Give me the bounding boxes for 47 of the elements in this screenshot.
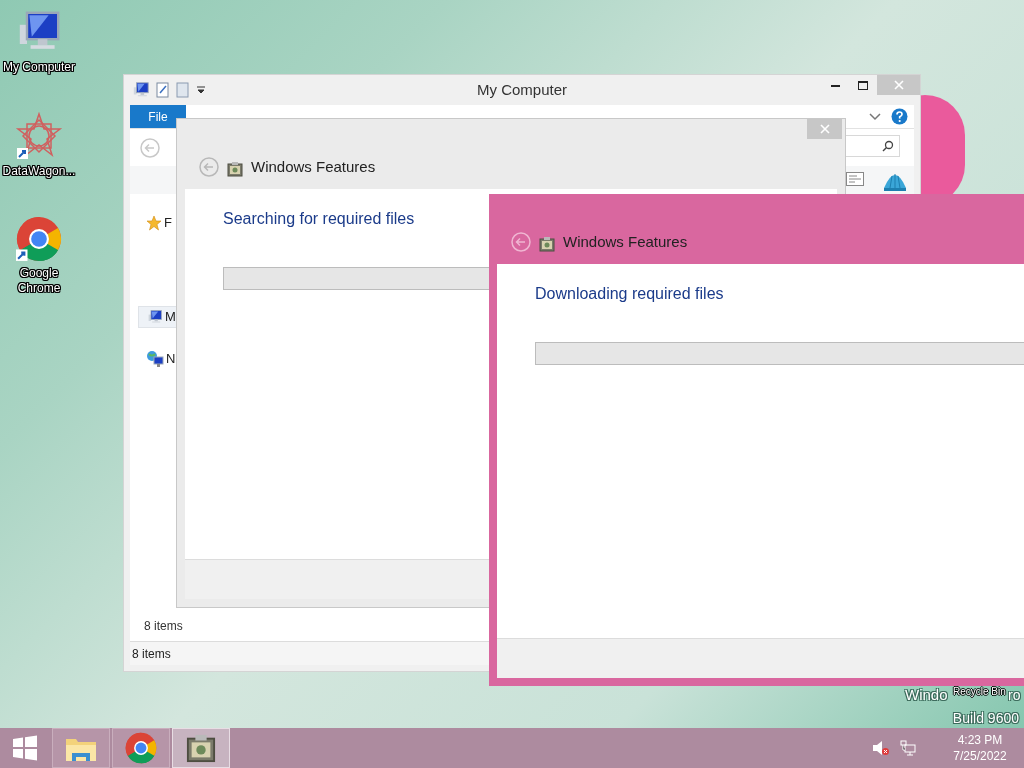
os-version-text: Windo [905,686,948,704]
desktop-icon-label[interactable]: DataWagon... [1,164,77,179]
clock-time: 4:23 PM [957,732,1003,748]
dialog-title: Windows Features [251,157,376,177]
maximize-icon [858,80,868,90]
status-message: Searching for required files [223,209,416,229]
taskbar-app-button[interactable] [112,728,170,768]
computer-icon [132,81,150,99]
features-icon [186,733,216,763]
windows-logo-icon [12,735,38,761]
ribbon-tab[interactable]: File [130,105,186,128]
clock[interactable]: 4:23 PM 7/25/2022 [950,732,1010,764]
properties-icon[interactable] [156,82,170,98]
computer-icon [147,309,163,325]
window-title: My Computer [477,79,567,100]
search-icon [882,140,894,152]
chevron-down-icon[interactable] [869,112,881,121]
speaker-muted-icon[interactable] [872,740,890,756]
back-button[interactable] [511,232,531,252]
nav-item[interactable]: N [138,348,198,370]
minimize-icon [830,83,840,87]
os-build-text: Build 9600 [952,709,1019,727]
dropdown-icon[interactable] [196,85,206,95]
desktop-icon-label[interactable]: Google Chrome [1,266,77,296]
close-icon [819,124,830,134]
desktop-icon-label[interactable]: My Computer [1,60,77,75]
back-button[interactable] [199,157,219,177]
chrome-icon [16,216,62,262]
features-icon [539,236,555,252]
nav-item[interactable]: F [138,212,198,234]
clock-date: 7/25/2022 [953,748,1007,764]
os-version-text: ro [1008,686,1021,704]
features-icon [227,161,243,177]
recycle-bin-label[interactable]: Recycle Bin [953,686,1006,698]
taskbar-app-button[interactable] [172,728,230,768]
star-shortcut-icon [15,112,63,160]
help-icon[interactable] [891,108,908,125]
dialog-title: Windows Features [563,232,688,252]
close-icon [893,80,904,90]
taskbar-app-button[interactable] [52,728,110,768]
close-button[interactable] [807,119,842,139]
network-icon[interactable] [900,740,916,756]
status-message: Downloading required files [535,284,725,304]
star-icon [146,215,162,231]
chrome-icon [125,732,157,764]
network-icon [146,350,164,368]
item-count: 8 items [143,618,184,635]
